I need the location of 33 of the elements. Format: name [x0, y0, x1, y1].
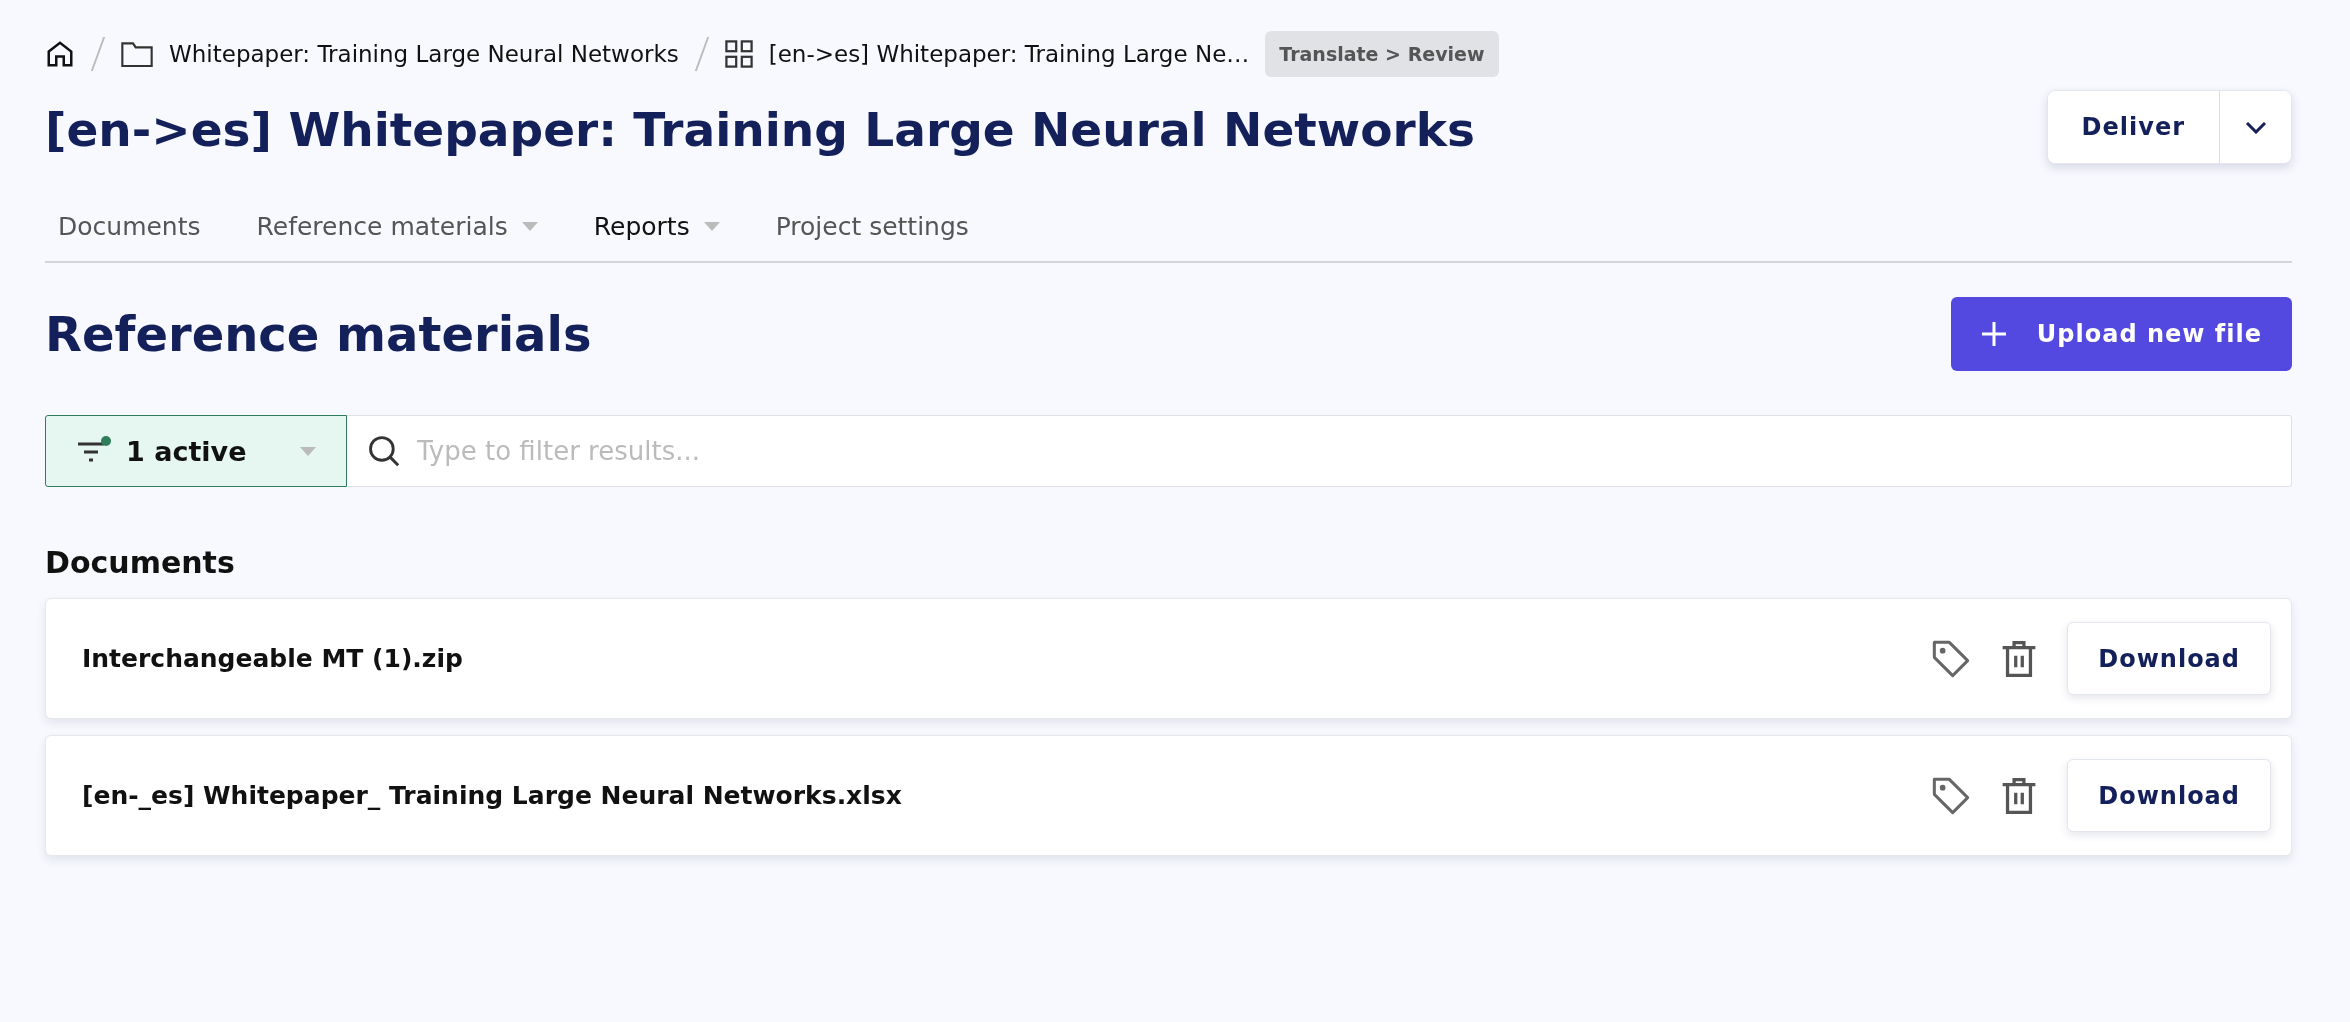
section-title: Reference materials [45, 306, 592, 362]
download-button[interactable]: Download [2067, 759, 2271, 832]
tag-button[interactable] [1931, 775, 1972, 816]
grid-icon [724, 40, 753, 68]
breadcrumb-link[interactable]: Whitepaper: Training Large Neural Networks [169, 41, 679, 67]
trash-icon [2001, 638, 2038, 679]
nav-tab[interactable]: Documents [58, 212, 201, 241]
plus-icon [1980, 321, 2007, 347]
tag-button[interactable] [1931, 638, 1972, 679]
search-field[interactable]: Type to filter results... [347, 415, 2292, 487]
deliver-button[interactable]: Deliver [2047, 91, 2219, 163]
download-button[interactable]: Download [2067, 622, 2271, 695]
file-name: [en-_es] Whitepaper_ Training Large Neural Networks.xlsx [82, 781, 903, 810]
delete-button[interactable] [2001, 638, 2038, 679]
upload-button[interactable]: Upload new file [1950, 297, 2292, 371]
nav-tab[interactable]: Reports [593, 212, 720, 241]
tag-icon [1931, 638, 1972, 679]
status-badge: Translate > Review [1265, 31, 1499, 77]
search-icon [367, 434, 401, 468]
trash-icon [2001, 775, 2038, 816]
chevron-down-icon [2244, 120, 2267, 134]
group-title: Documents [45, 545, 236, 580]
nav-tab[interactable]: Project settings [775, 212, 969, 241]
filter-button[interactable]: 1 active [45, 415, 347, 487]
breadcrumb-link[interactable]: [en->es] Whitepaper: Training Large Ne… [768, 41, 1250, 67]
nav-tab[interactable]: Reference materials [256, 212, 538, 241]
folder-icon [121, 40, 153, 68]
page-title: [en->es] Whitepaper: Training Large Neural Networks [45, 102, 1475, 157]
caret-icon [300, 446, 316, 456]
file-name: Interchangeable MT (1).zip [82, 644, 464, 673]
home-icon[interactable] [45, 39, 75, 69]
delete-button[interactable] [2001, 775, 2038, 816]
tag-icon [1931, 775, 1972, 816]
